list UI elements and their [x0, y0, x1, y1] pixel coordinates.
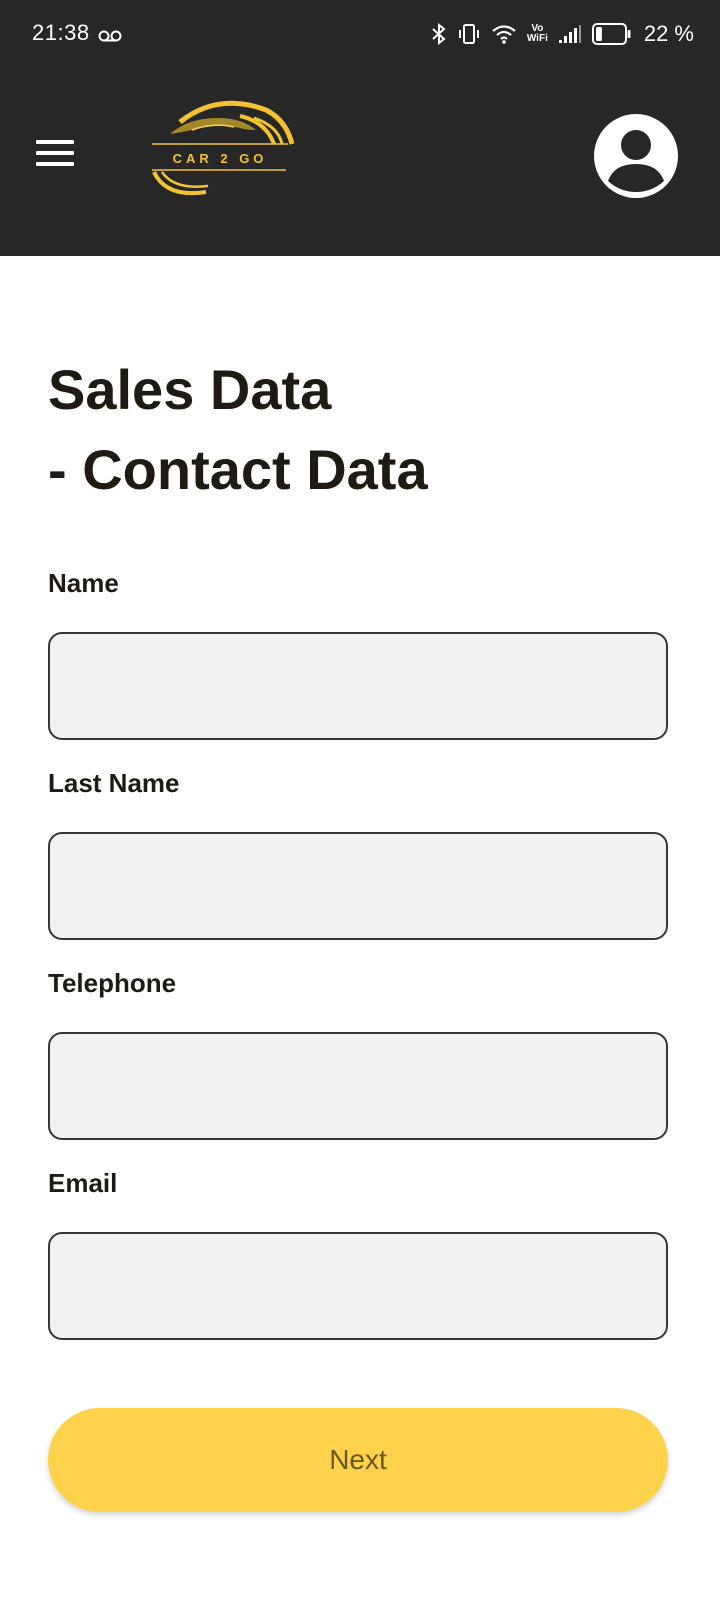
menu-icon-bar — [36, 151, 74, 155]
last-name-field[interactable] — [48, 832, 668, 940]
vibrate-icon — [458, 24, 479, 44]
name-label: Name — [48, 568, 119, 598]
menu-icon-bar — [36, 162, 74, 166]
telephone-field[interactable] — [48, 1032, 668, 1140]
vowifi-bottom: WiFi — [526, 33, 548, 44]
wifi-icon — [492, 25, 516, 44]
car2go-logo: CAR 2 GO — [152, 100, 295, 196]
email-label: Email — [48, 1168, 118, 1198]
telephone-label: Telephone — [48, 968, 177, 998]
status-icons: Vo WiFi 22 % — [431, 18, 694, 50]
status-time: 21:38 — [32, 20, 90, 45]
battery-icon — [591, 23, 631, 45]
page-title: Sales Data - Contact Data — [48, 350, 688, 510]
voicemail-icon — [98, 30, 122, 42]
vowifi-icon: Vo WiFi — [527, 24, 548, 44]
name-field[interactable] — [48, 632, 668, 740]
page-title-line2: - Contact Data — [48, 438, 428, 501]
last-name-label: Last Name — [48, 768, 180, 798]
app-bar: CAR 2 GO — [0, 70, 720, 256]
email-field[interactable] — [48, 1232, 668, 1340]
bluetooth-icon — [432, 22, 446, 46]
page-title-line1: Sales Data — [48, 358, 332, 421]
next-button[interactable]: Next — [48, 1408, 668, 1512]
battery-percent: 22 % — [643, 21, 694, 46]
profile-button[interactable] — [592, 112, 680, 200]
logo-text: CAR 2 GO — [173, 151, 268, 166]
signal-icon — [558, 25, 581, 43]
menu-button[interactable] — [36, 138, 74, 168]
status-bar: 21:38 Vo WiFi 22 % — [0, 0, 720, 70]
menu-icon — [36, 140, 74, 144]
profile-icon — [594, 114, 678, 198]
